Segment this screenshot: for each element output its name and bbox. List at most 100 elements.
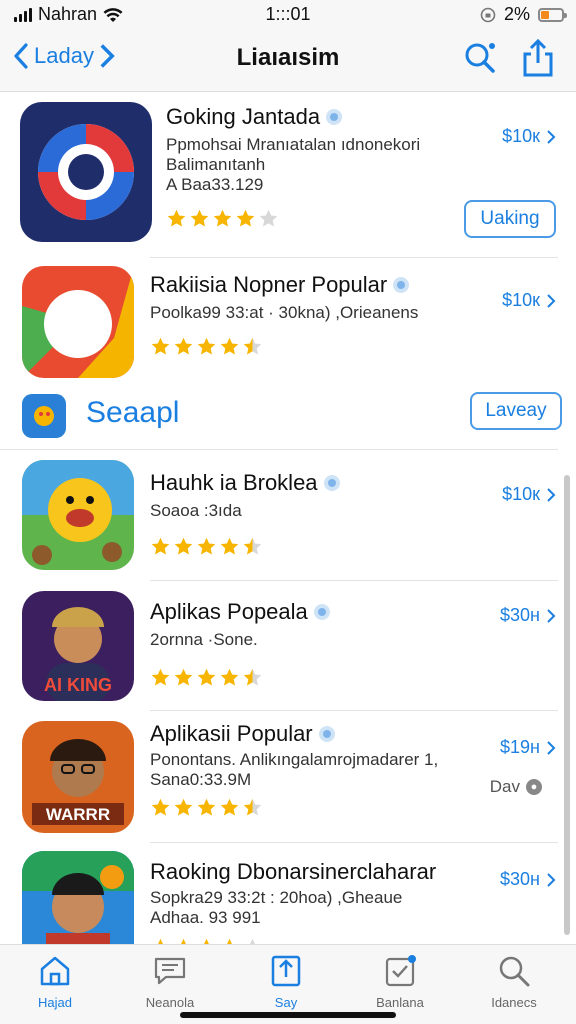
tab-label: Say	[274, 995, 298, 1010]
price-link[interactable]: $30н	[500, 605, 556, 626]
verified-badge-icon	[393, 277, 410, 293]
star-icon	[220, 668, 239, 686]
tab-label: Hajad	[38, 995, 72, 1010]
price-label: $30н	[500, 605, 540, 625]
chevron-right-icon	[547, 872, 556, 887]
app-icon[interactable]	[20, 102, 152, 242]
list-item[interactable]: WARRR Aplikasii Popular Ponontans. Anlik…	[0, 711, 576, 841]
get-button[interactable]: Uaking	[464, 200, 556, 238]
star-icon	[204, 938, 209, 944]
app-size: A Baa33.129	[166, 175, 264, 194]
price-label: $10к	[502, 290, 540, 310]
star-icon	[174, 537, 193, 555]
price-link[interactable]: $10к	[502, 126, 556, 147]
price-link[interactable]: $10к	[502, 290, 556, 311]
star-icon	[213, 209, 232, 227]
tab-label: Idanecs	[491, 995, 537, 1010]
list-item[interactable]: AI KING Aplikas Popeala 2ornna ·Sone. $3…	[0, 581, 576, 711]
info-icon: ●	[526, 779, 542, 795]
app-size: Adhaa. 93 991	[150, 908, 261, 927]
list-item[interactable]: Rakiisia Nopner Popular Poolka99 33:at ·…	[0, 258, 576, 388]
star-icon	[259, 209, 278, 227]
list-item[interactable]: Hauhk ia Broklea Soaoa :3ıda $10к	[0, 450, 576, 580]
star-icon	[151, 337, 170, 355]
updates-icon	[385, 955, 416, 987]
app-name: Aplikasii Popular	[150, 721, 313, 746]
rating-stars	[150, 797, 263, 818]
share-icon[interactable]	[520, 38, 556, 78]
navigation-bar: Laday Liaıaısim	[0, 30, 576, 92]
star-icon	[243, 337, 262, 355]
app-subtitle: Ponontans. Anlikıngalamrojmadarer 1,	[150, 750, 439, 769]
star-icon	[220, 337, 239, 355]
star-icon	[174, 668, 193, 686]
star-icon	[243, 798, 262, 816]
tab-hajad[interactable]: Hajad	[7, 953, 103, 1010]
app-subtitle: Sopkra29 33:2t : 20hoa) ,Gheaue	[150, 888, 403, 907]
star-icon	[220, 798, 239, 816]
app-icon[interactable]	[22, 851, 134, 944]
app-subtitle: Poolka99 33:at · 30kna) ,Orieanens	[150, 303, 419, 322]
app-icon[interactable]	[22, 460, 134, 570]
promo-button[interactable]: Laveay	[470, 392, 562, 430]
rating-stars	[166, 208, 279, 229]
chevron-right-icon	[547, 293, 556, 308]
svg-text:AI KING: AI KING	[44, 675, 112, 695]
price-label: $30н	[500, 869, 540, 889]
star-icon	[174, 798, 193, 816]
star-icon	[174, 337, 193, 355]
scrollbar[interactable]	[564, 475, 570, 935]
list-item[interactable]: Raoking Dbonarsinerclaharar Sopkra29 33:…	[0, 843, 576, 944]
star-icon	[243, 668, 262, 686]
price-link[interactable]: $30н	[500, 869, 556, 890]
rating-stars	[150, 937, 263, 944]
promo-banner[interactable]: Seaapl Laveay	[22, 392, 562, 452]
tab-banlana[interactable]: Banlana	[352, 953, 448, 1010]
star-icon	[250, 938, 255, 944]
app-subtitle: 2ornna ·Sone.	[150, 630, 258, 649]
promo-title: Seaapl	[86, 396, 180, 429]
tab-idanecs[interactable]: Idanecs	[466, 953, 562, 1010]
verified-badge-icon	[313, 604, 330, 620]
star-icon	[243, 537, 262, 555]
svg-text:WARRR: WARRR	[46, 805, 110, 824]
star-icon	[197, 668, 216, 686]
star-icon	[220, 537, 239, 555]
list-item[interactable]: Goking Jantada Ppmohsai Mranıatalan ıdno…	[0, 92, 576, 257]
star-icon	[197, 337, 216, 355]
status-bar: Nahran 1:::01 2%	[0, 0, 576, 30]
app-icon[interactable]: WARRR	[22, 721, 134, 833]
chat-icon	[154, 957, 186, 985]
price-label: $19н	[500, 737, 540, 757]
home-indicator[interactable]	[180, 1012, 396, 1018]
app-list: Goking Jantada Ppmohsai Mranıatalan ıdno…	[0, 92, 576, 944]
rating-stars	[150, 667, 263, 688]
tab-neanola[interactable]: Neanola	[122, 953, 218, 1010]
app-icon[interactable]: AI KING	[22, 591, 134, 701]
verified-badge-icon	[318, 726, 335, 742]
star-icon	[158, 938, 163, 944]
tab-say[interactable]: Say	[238, 953, 334, 1010]
price-link[interactable]: $10к	[502, 484, 556, 505]
price-label: $10к	[502, 484, 540, 504]
price-link[interactable]: $19н	[500, 737, 556, 758]
app-name: Hauhk ia Broklea	[150, 470, 318, 495]
verified-badge-icon	[323, 475, 340, 491]
app-icon[interactable]	[22, 266, 134, 378]
battery-percent: 2%	[503, 4, 530, 24]
apps-icon	[271, 955, 301, 987]
app-size: Sana0:33.9M	[150, 770, 252, 789]
app-subtitle: Soaoa :3ıda	[150, 501, 242, 520]
app-name: Rakiisia Nopner Popular	[150, 272, 388, 297]
star-icon	[181, 938, 186, 944]
app-category: Balimanıtanh	[166, 155, 266, 174]
app-name: Aplikas Popeala	[150, 599, 308, 624]
star-icon	[236, 209, 255, 227]
home-icon	[40, 956, 70, 986]
orientation-lock-icon	[480, 7, 496, 22]
app-name: Goking Jantada	[166, 104, 321, 129]
search-icon[interactable]	[462, 40, 498, 76]
verified-badge-icon	[326, 109, 343, 125]
search-icon	[499, 956, 530, 987]
app-name: Raoking Dbonarsinerclaharar	[150, 859, 437, 884]
